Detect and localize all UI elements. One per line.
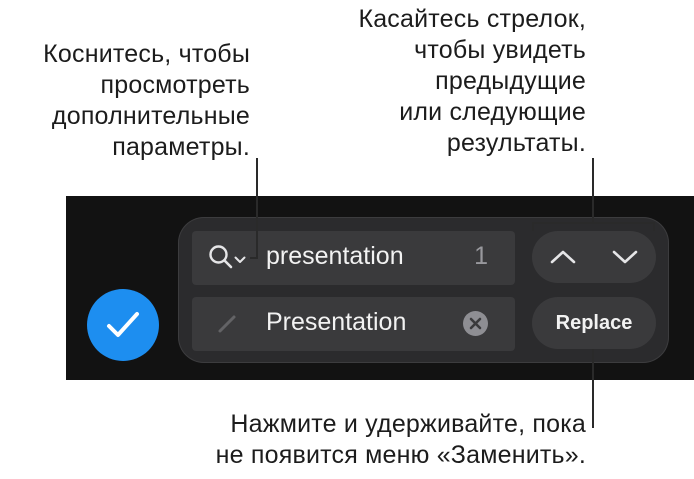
callout-line: Нажмите и удерживайте, пока	[230, 410, 586, 438]
next-result-button[interactable]	[594, 231, 656, 283]
pencil-icon	[218, 315, 236, 333]
search-icon[interactable]	[208, 244, 234, 270]
callout-line: результаты.	[446, 129, 586, 157]
leader-line-arrows	[592, 158, 594, 223]
match-count: 1	[474, 242, 488, 270]
callout-arrows: Касайтесь стрелок, чтобы увидеть предыду…	[266, 4, 586, 159]
search-input[interactable]: presentation	[266, 242, 404, 271]
leader-line-more-options	[256, 158, 258, 258]
callout-replace-menu: Нажмите и удерживайте, пока не появится …	[26, 409, 586, 471]
callout-line: параметры.	[112, 133, 250, 161]
callout-line: чтобы увидеть	[414, 36, 586, 64]
chevron-up-icon	[550, 250, 576, 264]
leader-line-more-options-tick	[250, 257, 258, 259]
bracket-arrows-left	[532, 222, 534, 231]
find-field[interactable]: presentation 1	[192, 231, 515, 285]
done-button[interactable]	[87, 289, 159, 361]
callout-line: просмотреть	[100, 71, 250, 99]
callout-line: Коснитесь, чтобы	[43, 40, 250, 68]
chevron-down-icon[interactable]	[234, 256, 246, 264]
chevron-down-icon	[612, 250, 638, 264]
checkmark-icon	[107, 312, 139, 337]
callout-line: предыдущие	[435, 67, 586, 95]
bracket-arrows	[532, 222, 655, 224]
replace-field[interactable]: Presentation	[192, 297, 515, 351]
callout-line: дополнительные	[51, 102, 250, 130]
bracket-arrows-right	[653, 222, 655, 231]
result-navigation	[532, 231, 656, 283]
callout-more-options: Коснитесь, чтобы просмотреть дополнитель…	[0, 39, 250, 163]
callout-line: не появится меню «Заменить».	[215, 441, 586, 469]
clear-icon[interactable]	[462, 310, 489, 337]
callout-line: Касайтесь стрелок,	[358, 5, 586, 33]
callout-line: или следующие	[399, 98, 586, 126]
replace-input[interactable]: Presentation	[266, 308, 406, 337]
leader-line-replace	[592, 349, 594, 428]
replace-button[interactable]: Replace	[532, 297, 656, 349]
previous-result-button[interactable]	[532, 231, 594, 283]
